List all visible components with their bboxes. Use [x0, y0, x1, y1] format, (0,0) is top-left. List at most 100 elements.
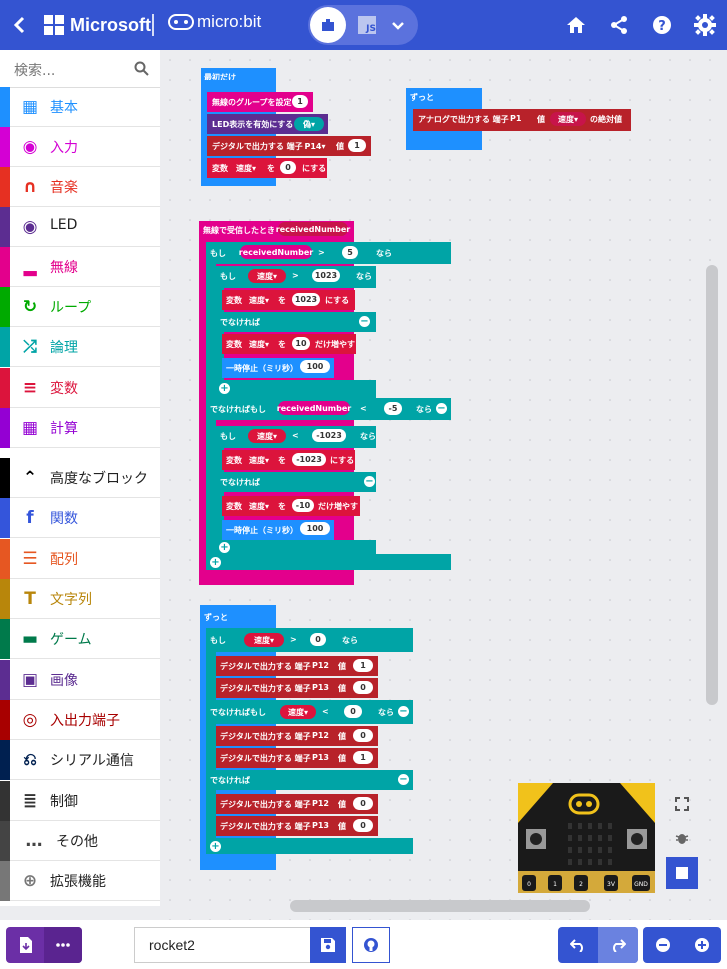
speed-reporter[interactable]: 速度 ▾ [248, 269, 286, 283]
settings-gear-icon[interactable] [689, 9, 721, 41]
javascript-mode-button[interactable]: JS [358, 16, 376, 34]
variable-dropdown[interactable]: 速度 ▾ [244, 499, 274, 513]
redo-icon[interactable] [598, 927, 638, 963]
zoom-out-icon[interactable] [643, 927, 682, 963]
category-3[interactable]: ◉ LED [0, 207, 160, 247]
remove-elseif-icon[interactable]: − [398, 706, 409, 717]
category-13[interactable]: ▬ ゲーム [0, 619, 160, 659]
forever2-if-spine[interactable] [206, 652, 216, 852]
speed-reporter[interactable]: 速度 ▾ [248, 429, 286, 443]
value-field[interactable]: 0 [344, 705, 362, 718]
undo-icon[interactable] [558, 927, 598, 963]
value-field[interactable]: -1023 [312, 429, 346, 442]
value-field[interactable]: 1023 [312, 269, 340, 282]
category-15[interactable]: ◎ 入出力端子 [0, 700, 160, 740]
value-field[interactable]: 100 [300, 360, 330, 373]
share-icon[interactable] [603, 9, 635, 41]
forever2-if-footer[interactable] [206, 838, 413, 854]
microsoft-logo[interactable]: Microsoft [44, 12, 151, 38]
value-field[interactable]: 0 [310, 633, 326, 646]
category-7[interactable]: ≡ 変数 [0, 368, 160, 408]
workspace-horizontal-scrollbar[interactable] [290, 900, 590, 912]
remove-elseif-icon[interactable]: − [436, 403, 447, 414]
category-6[interactable]: ⤮ 論理 [0, 327, 160, 367]
category-16[interactable]: ⎌ シリアル通信 [0, 740, 160, 780]
stop-simulator-button[interactable] [666, 857, 698, 889]
dropdown-text: 速度 [235, 163, 252, 173]
speed-reporter[interactable]: 速度 ▾ [244, 633, 284, 647]
value-field[interactable]: 100 [300, 522, 330, 535]
category-4[interactable]: ▂ 無線 [0, 247, 160, 287]
value-field[interactable]: -1023 [292, 453, 326, 466]
param-received-number[interactable]: receivedNumber [276, 222, 350, 236]
add-else-icon[interactable]: + [219, 542, 230, 553]
led-enable-dropdown[interactable]: 偽 ▾ [294, 117, 324, 131]
received-number-reporter[interactable]: receivedNumber [239, 245, 313, 259]
value-field[interactable]: 0 [353, 729, 373, 742]
if-inner-1-footer[interactable] [216, 380, 376, 400]
value-field[interactable]: 1 [348, 139, 366, 152]
category-12[interactable]: T 文字列 [0, 579, 160, 619]
remove-else-icon[interactable]: − [398, 774, 409, 785]
value-field[interactable]: 0 [353, 797, 373, 810]
add-else-icon[interactable]: + [210, 557, 221, 568]
github-button[interactable] [352, 927, 390, 963]
speed-reporter[interactable]: 速度 ▾ [280, 705, 316, 719]
add-else-icon[interactable]: + [219, 383, 230, 394]
chevron-down-icon: ▾ [303, 707, 308, 717]
debug-bug-icon[interactable] [664, 821, 700, 855]
value-field[interactable]: -10 [292, 499, 314, 512]
workspace-vertical-scrollbar[interactable] [706, 265, 718, 705]
microbit-logo[interactable]: micro:bit [168, 12, 261, 32]
fullscreen-icon[interactable] [664, 787, 700, 821]
value-field[interactable]: 10 [292, 337, 310, 350]
project-name-input[interactable] [134, 927, 310, 963]
toolbox-search[interactable]: 検索... [0, 50, 160, 88]
variable-dropdown[interactable]: 速度 ▾ [244, 337, 274, 351]
variable-dropdown[interactable]: 速度 ▾ [231, 161, 261, 175]
value-field[interactable]: 0 [353, 819, 373, 832]
pin-dropdown[interactable]: P14 ▾ [303, 139, 327, 153]
category-2[interactable]: ∩ 音楽 [0, 167, 160, 207]
home-icon[interactable] [560, 9, 592, 41]
remove-else-icon[interactable]: − [359, 316, 370, 327]
category-toggle-icon: ◉ [22, 217, 38, 237]
save-button[interactable] [310, 927, 346, 963]
zoom-in-icon[interactable] [682, 927, 721, 963]
category-11[interactable]: ☰ 配列 [0, 539, 160, 579]
value-field[interactable]: 0 [353, 681, 373, 694]
category-0[interactable]: ▦ 基本 [0, 87, 160, 127]
value-field[interactable]: 1 [353, 751, 373, 764]
dropdown-text: 速度 [256, 271, 273, 281]
back-icon[interactable] [4, 9, 36, 41]
search-icon[interactable] [134, 61, 149, 76]
value-field[interactable]: 1 [353, 659, 373, 672]
variable-dropdown[interactable]: 速度 ▾ [244, 293, 274, 307]
help-icon[interactable]: ? [646, 9, 678, 41]
microbit-simulator[interactable]: 0 1 2 3V GND [518, 783, 655, 893]
category-10[interactable]: f 関数 [0, 498, 160, 538]
variable-dropdown[interactable]: 速度 ▾ [244, 453, 274, 467]
value-field[interactable]: -5 [384, 402, 402, 415]
more-options-icon[interactable] [44, 927, 82, 963]
if-outer-footer[interactable] [206, 554, 451, 570]
add-else-icon[interactable]: + [210, 841, 221, 852]
blocks-mode-button[interactable] [310, 7, 346, 43]
category-14[interactable]: ▣ 画像 [0, 660, 160, 700]
category-8[interactable]: ▦ 計算 [0, 408, 160, 448]
remove-else-icon[interactable]: − [364, 476, 375, 487]
category-9[interactable]: ⌃ 高度なブロック [0, 458, 160, 498]
language-dropdown-icon[interactable] [388, 15, 408, 39]
category-17[interactable]: ≣ 制御 [0, 781, 160, 821]
category-18[interactable]: … その他 [0, 821, 160, 861]
value-field[interactable]: 5 [342, 246, 358, 259]
abs-variable-dropdown[interactable]: 速度 ▾ [550, 112, 586, 126]
download-button[interactable] [6, 927, 82, 963]
value-field[interactable]: 1 [292, 95, 308, 108]
category-19[interactable]: ⊕ 拡張機能 [0, 861, 160, 901]
received-number-reporter[interactable]: receivedNumber [277, 401, 351, 415]
value-field[interactable]: 0 [280, 161, 296, 174]
category-5[interactable]: ↻ ループ [0, 287, 160, 327]
value-field[interactable]: 1023 [292, 293, 320, 306]
category-1[interactable]: ◉ 入力 [0, 127, 160, 167]
